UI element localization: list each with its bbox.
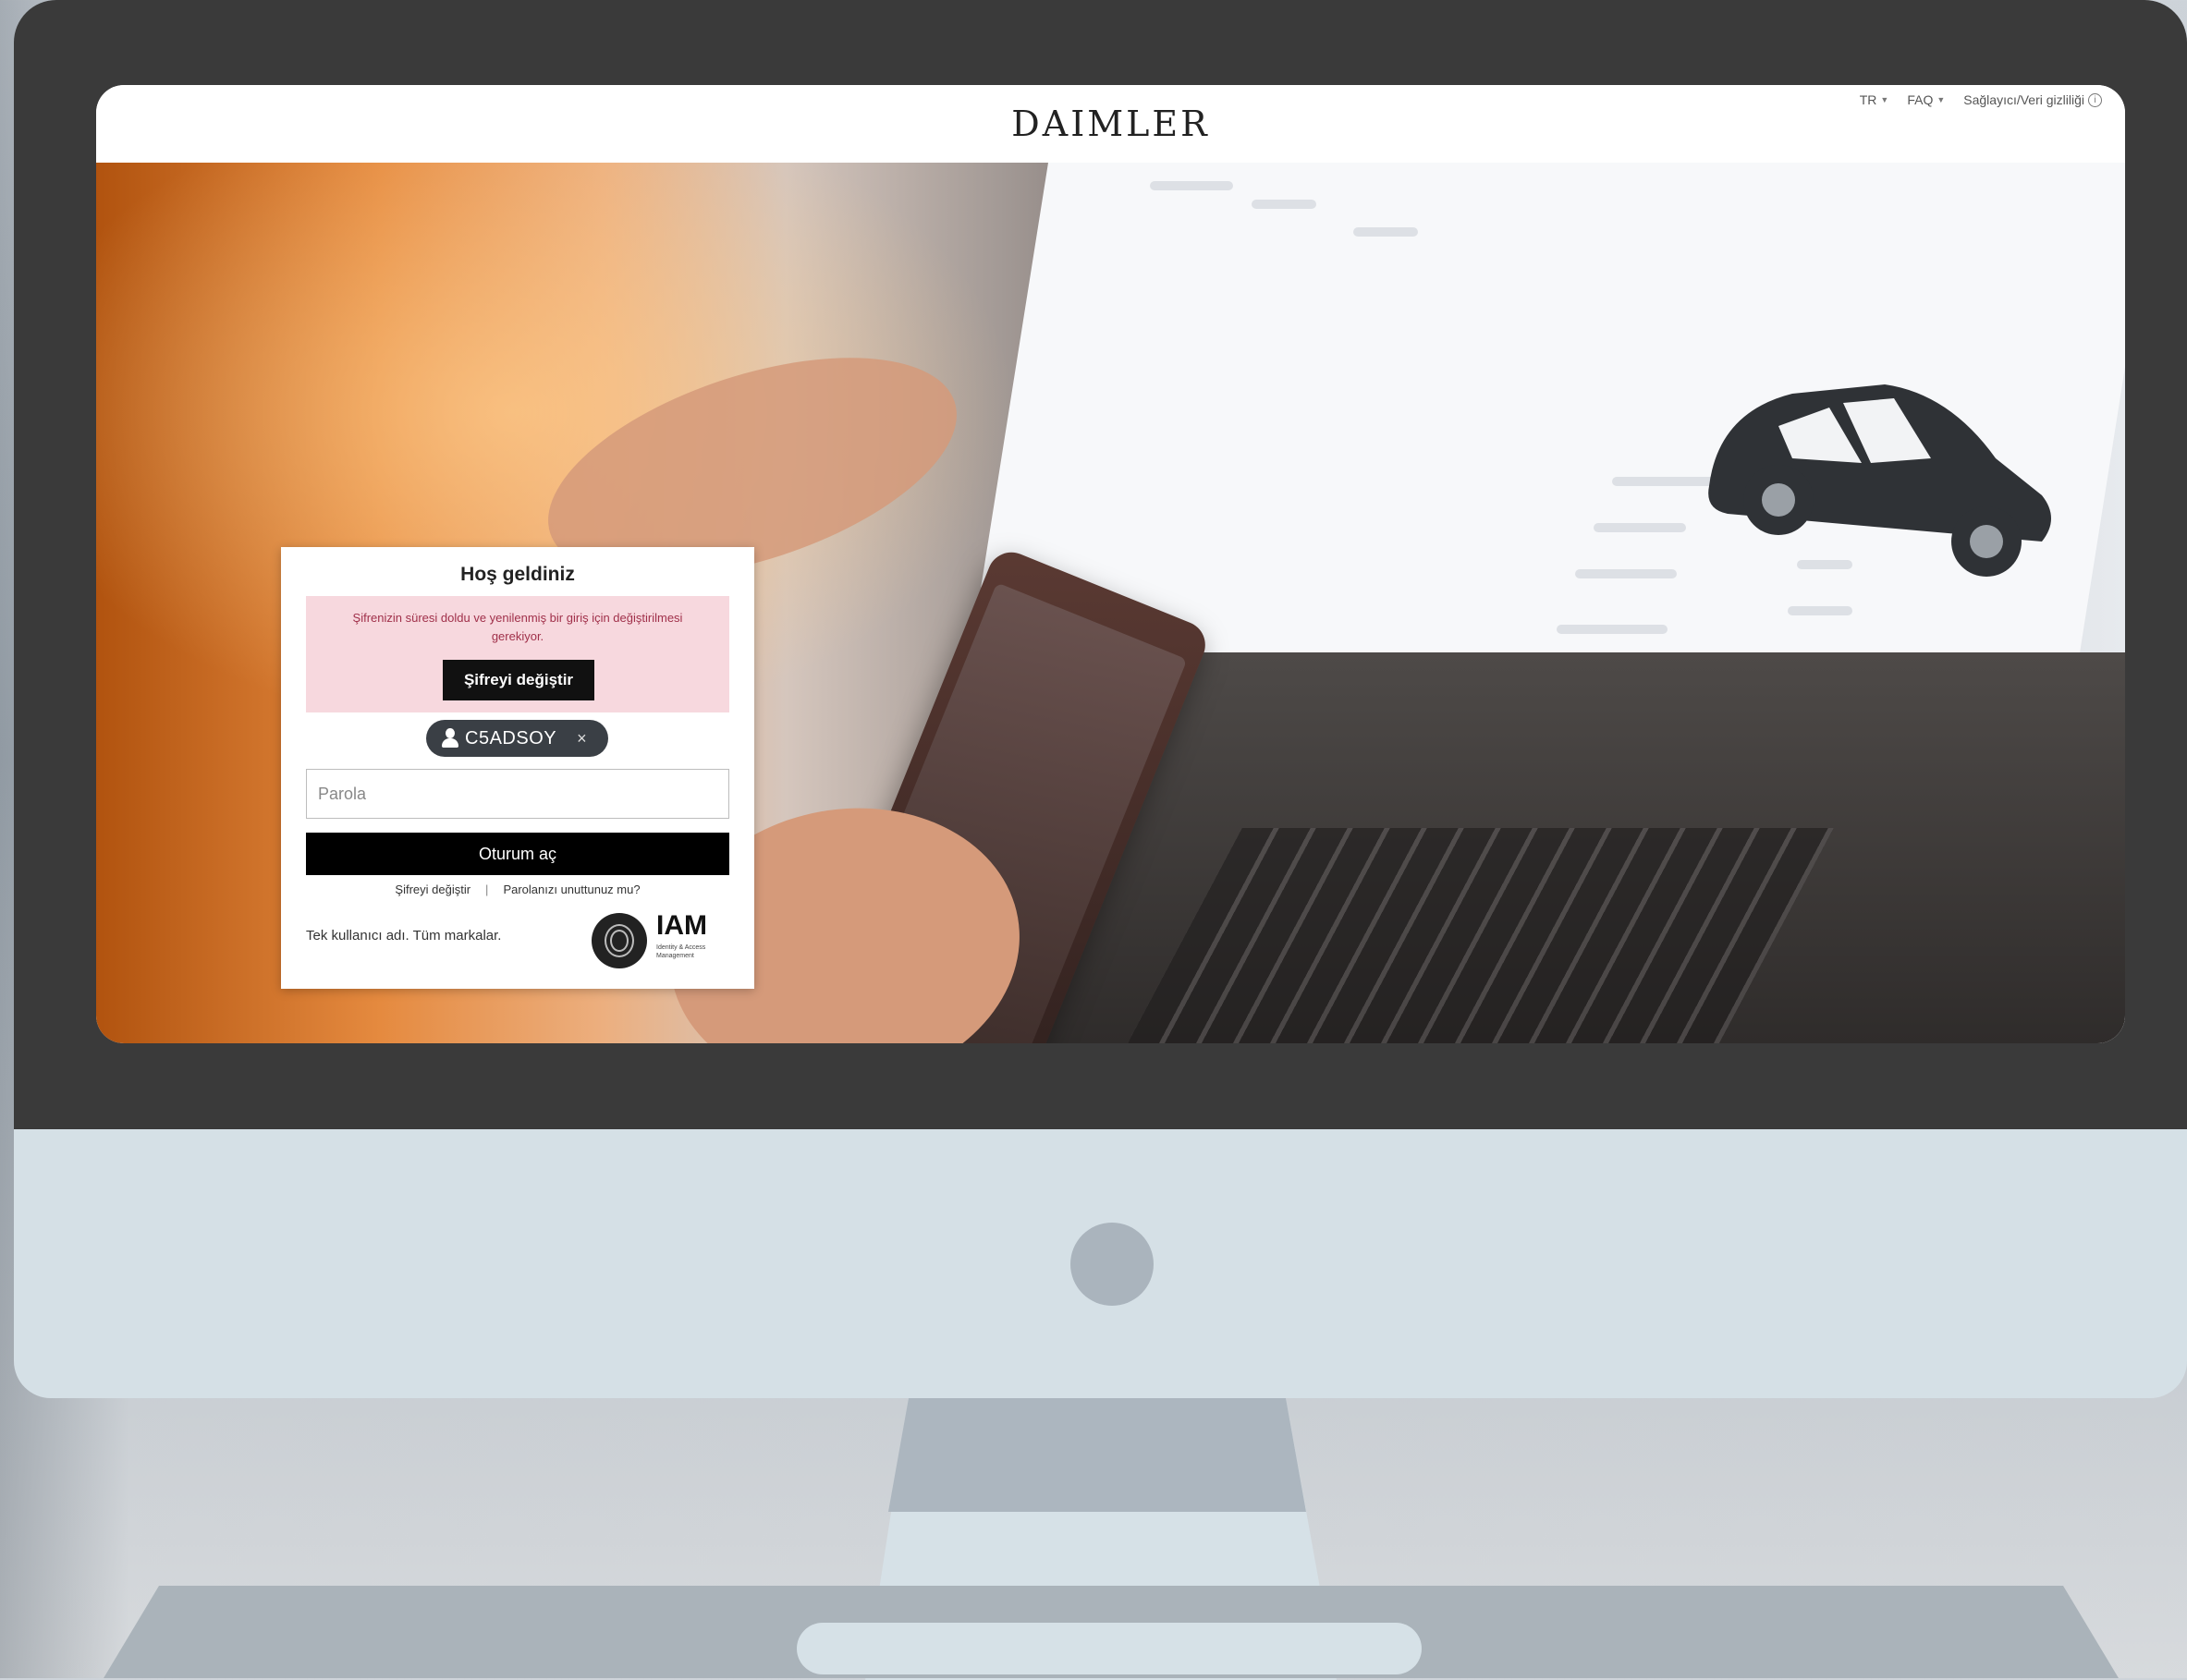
faq-label: FAQ <box>1907 92 1934 107</box>
username-chip: C5ADSOY × <box>426 720 608 757</box>
privacy-label: Sağlayıcı/Veri gizliliği <box>1963 92 2084 107</box>
login-button[interactable]: Oturum aç <box>306 833 729 875</box>
language-selector[interactable]: TR ▼ <box>1860 92 1889 107</box>
info-icon: i <box>2088 92 2102 107</box>
password-input[interactable] <box>306 769 729 819</box>
fingerprint-icon <box>592 913 647 968</box>
top-bar: DAIMLER TR ▼ FAQ ▼ Sağlayıcı/Veri gizlil… <box>96 85 2125 163</box>
privacy-link[interactable]: Sağlayıcı/Veri gizliliği i <box>1963 92 2102 107</box>
screen: DAIMLER TR ▼ FAQ ▼ Sağlayıcı/Veri gizlil… <box>96 85 2125 1043</box>
login-card: Hoş geldiniz Şifrenizin süresi doldu ve … <box>281 547 754 989</box>
change-password-link[interactable]: Şifreyi değiştir <box>395 883 470 896</box>
brand-logo: DAIMLER <box>1011 103 1210 144</box>
top-links: TR ▼ FAQ ▼ Sağlayıcı/Veri gizliliği i <box>1860 92 2102 107</box>
language-label: TR <box>1859 92 1877 107</box>
laptop-ui-line <box>1788 606 1852 615</box>
forgot-password-link[interactable]: Parolanızı unuttunuz mu? <box>503 883 640 896</box>
faq-menu[interactable]: FAQ ▼ <box>1907 92 1945 107</box>
chevron-down-icon: ▼ <box>1937 95 1946 104</box>
monitor-base-foot <box>797 1623 1422 1674</box>
user-icon <box>441 728 459 749</box>
iam-logo: IAM Identity & Access Management <box>592 910 730 971</box>
close-icon[interactable]: × <box>577 729 587 749</box>
laptop-ui-line <box>1575 569 1677 578</box>
username-label: C5ADSOY <box>465 727 557 749</box>
laptop-ui-line <box>1252 200 1316 209</box>
laptop-ui-line <box>1353 227 1418 237</box>
chevron-down-icon: ▼ <box>1880 95 1889 104</box>
laptop-ui-line <box>1150 181 1233 190</box>
tagline: Tek kullanıcı adı. Tüm markalar. <box>306 928 502 943</box>
laptop-ui-line <box>1557 625 1668 634</box>
monitor-stand-shadow <box>888 1398 1306 1512</box>
alert-message: Şifrenizin süresi doldu ve yenilenmiş bi… <box>352 611 683 643</box>
login-title: Hoş geldiniz <box>460 564 575 585</box>
password-expired-alert: Şifrenizin süresi doldu ve yenilenmiş bi… <box>306 596 729 712</box>
apple-logo-icon <box>1070 1223 1154 1306</box>
alert-change-password-button[interactable]: Şifreyi değiştir <box>443 660 594 700</box>
laptop-ui-line <box>1594 523 1686 532</box>
iam-title: IAM <box>656 910 707 941</box>
login-links: Şifreyi değiştir | Parolanızı unuttunuz … <box>281 883 754 896</box>
iam-subtitle: Identity & Access Management <box>656 944 706 959</box>
car-icon <box>1708 384 2051 577</box>
link-separator: | <box>485 883 489 896</box>
